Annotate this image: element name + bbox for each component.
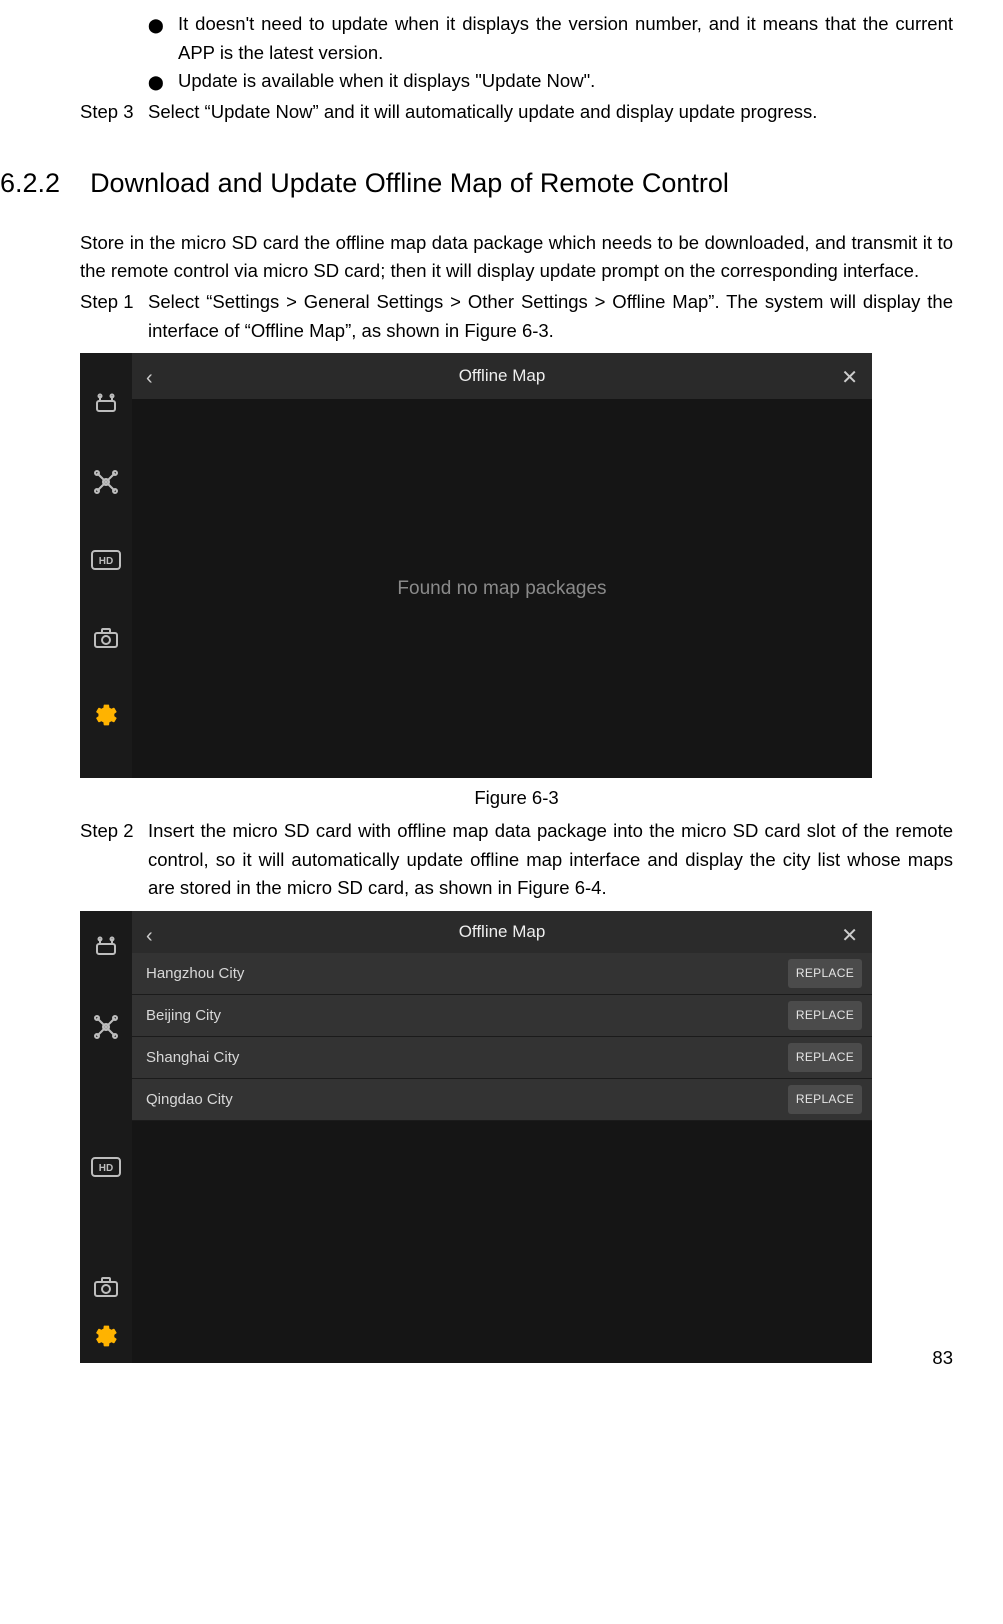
ui-title: Offline Map: [459, 919, 546, 945]
drone-icon[interactable]: [80, 443, 132, 521]
step-text: Select “Update Now” and it will automati…: [148, 98, 953, 127]
ui-title: Offline Map: [459, 363, 546, 389]
section-title: Download and Update Offline Map of Remot…: [90, 168, 729, 198]
ui-empty-state: Found no map packages: [132, 399, 872, 778]
page-number: 83: [932, 1344, 953, 1373]
figure-6-3: HD ‹ Offline Map ✕ Found no map pac: [80, 353, 872, 778]
svg-text:HD: HD: [99, 1163, 113, 1174]
back-icon[interactable]: ‹: [146, 363, 153, 394]
section-intro: Store in the micro SD card the offline m…: [80, 229, 953, 286]
step-label: Step 2: [80, 817, 130, 846]
ui-main: ‹ Offline Map ✕ Found no map packages: [132, 353, 872, 778]
step-text: Insert the micro SD card with offline ma…: [148, 817, 953, 903]
bullet-item: ⬤ Update is available when it displays "…: [148, 67, 953, 96]
back-icon[interactable]: ‹: [146, 921, 153, 952]
ui-sidebar: HD: [80, 911, 132, 1363]
ui-header: ‹ Offline Map ✕: [132, 353, 872, 399]
gear-icon[interactable]: [80, 1317, 132, 1357]
step-1: Step 1 Select “Settings > General Settin…: [80, 288, 953, 345]
replace-button[interactable]: REPLACE: [788, 1043, 862, 1072]
list-item: Qingdao City REPLACE: [132, 1079, 872, 1121]
bullet-text: Update is available when it displays "Up…: [178, 67, 953, 96]
camera-icon[interactable]: [80, 599, 132, 677]
replace-button[interactable]: REPLACE: [788, 1085, 862, 1114]
remote-icon[interactable]: [80, 917, 132, 977]
section-number: 6.2.2: [0, 168, 60, 198]
remote-icon[interactable]: [80, 365, 132, 443]
bullet-text: It doesn't need to update when it displa…: [178, 10, 953, 67]
city-name: Hangzhou City: [146, 962, 244, 985]
gear-icon[interactable]: [80, 677, 132, 755]
bullet-dot-icon: ⬤: [148, 67, 178, 94]
camera-icon[interactable]: [80, 1257, 132, 1317]
city-name: Shanghai City: [146, 1046, 239, 1069]
bullet-list: ⬤ It doesn't need to update when it disp…: [148, 10, 953, 96]
list-item: Shanghai City REPLACE: [132, 1037, 872, 1079]
close-icon[interactable]: ✕: [841, 363, 858, 394]
replace-button[interactable]: REPLACE: [788, 959, 862, 988]
bullet-item: ⬤ It doesn't need to update when it disp…: [148, 10, 953, 67]
list-item: Hangzhou City REPLACE: [132, 953, 872, 995]
figure-caption-1: Figure 6-3: [80, 784, 953, 813]
replace-button[interactable]: REPLACE: [788, 1001, 862, 1030]
drone-icon[interactable]: [80, 997, 132, 1057]
hd-icon[interactable]: HD: [80, 521, 132, 599]
city-name: Beijing City: [146, 1004, 221, 1027]
bullet-dot-icon: ⬤: [148, 10, 178, 37]
step-label: Step 1: [80, 288, 130, 317]
city-list: Hangzhou City REPLACE Beijing City REPLA…: [132, 953, 872, 1363]
step-label: Step 3: [80, 98, 130, 127]
step-3: Step 3 Select “Update Now” and it will a…: [80, 98, 953, 127]
page-content: ⬤ It doesn't need to update when it disp…: [80, 10, 953, 1363]
ui-sidebar: HD: [80, 353, 132, 778]
close-icon[interactable]: ✕: [841, 921, 858, 952]
empty-text: Found no map packages: [397, 574, 606, 603]
section-heading: 6.2.2 Download and Update Offline Map of …: [0, 163, 953, 205]
ui-main: ‹ Offline Map ✕ Hangzhou City REPLACE Be…: [132, 911, 872, 1363]
figure-6-4: HD ‹ Offline Map ✕: [80, 911, 872, 1363]
step-2: Step 2 Insert the micro SD card with off…: [80, 817, 953, 903]
city-name: Qingdao City: [146, 1088, 233, 1111]
ui-header: ‹ Offline Map ✕: [132, 911, 872, 953]
list-item: Beijing City REPLACE: [132, 995, 872, 1037]
step-text: Select “Settings > General Settings > Ot…: [148, 288, 953, 345]
hd-icon[interactable]: HD: [80, 1137, 132, 1197]
svg-text:HD: HD: [99, 556, 113, 567]
